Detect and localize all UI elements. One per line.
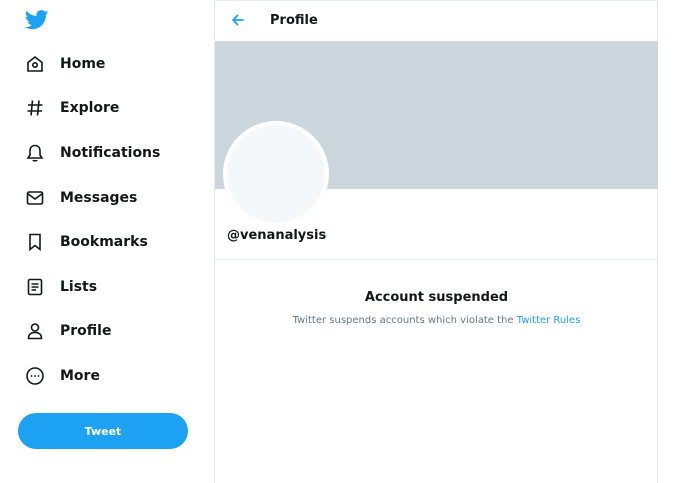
- profile-handle: @venanalysis: [227, 228, 327, 243]
- sidebar-item-home[interactable]: Home: [22, 49, 105, 79]
- suspension-description: Twitter suspends accounts which violate …: [292, 315, 517, 326]
- envelope-icon: [22, 185, 48, 211]
- home-icon: [22, 51, 48, 77]
- divider: [215, 259, 658, 260]
- profile-header: Profile: [215, 1, 658, 41]
- sidebar-item-label: Messages: [60, 190, 138, 206]
- sidebar-item-label: Notifications: [60, 145, 161, 161]
- sidebar-item-label: Profile: [60, 323, 112, 339]
- bell-icon: [22, 140, 48, 166]
- sidebar-item-notifications[interactable]: Notifications: [22, 138, 160, 168]
- list-icon: [22, 274, 48, 300]
- sidebar: Home Explore Notifications Messages Book…: [0, 0, 214, 483]
- more-circle-icon: [22, 363, 48, 389]
- sidebar-item-messages[interactable]: Messages: [22, 183, 137, 213]
- profile-column: Profile @venanalysis Account suspended T…: [214, 0, 658, 483]
- sidebar-item-bookmarks[interactable]: Bookmarks: [22, 227, 148, 257]
- sidebar-item-label: Lists: [60, 279, 98, 295]
- page-title: Profile: [270, 13, 318, 28]
- sidebar-item-profile[interactable]: Profile: [22, 316, 111, 346]
- sidebar-item-label: Bookmarks: [60, 234, 148, 250]
- person-icon: [22, 318, 48, 344]
- hashtag-icon: [22, 95, 48, 121]
- tweet-button[interactable]: Tweet: [18, 413, 188, 449]
- back-arrow-icon[interactable]: [229, 11, 247, 29]
- sidebar-item-label: More: [60, 368, 100, 384]
- sidebar-item-label: Explore: [60, 100, 120, 116]
- sidebar-item-more[interactable]: More: [22, 361, 100, 391]
- bookmark-icon: [22, 229, 48, 255]
- sidebar-item-label: Home: [60, 56, 106, 72]
- avatar: [223, 121, 329, 227]
- sidebar-item-lists[interactable]: Lists: [22, 272, 97, 302]
- twitter-rules-link[interactable]: Twitter Rules: [517, 315, 581, 326]
- sidebar-item-explore[interactable]: Explore: [22, 93, 119, 123]
- twitter-bird-icon[interactable]: [24, 10, 49, 30]
- suspension-title: Account suspended: [364, 290, 509, 305]
- suspension-message: Twitter suspends accounts which violate …: [215, 315, 658, 326]
